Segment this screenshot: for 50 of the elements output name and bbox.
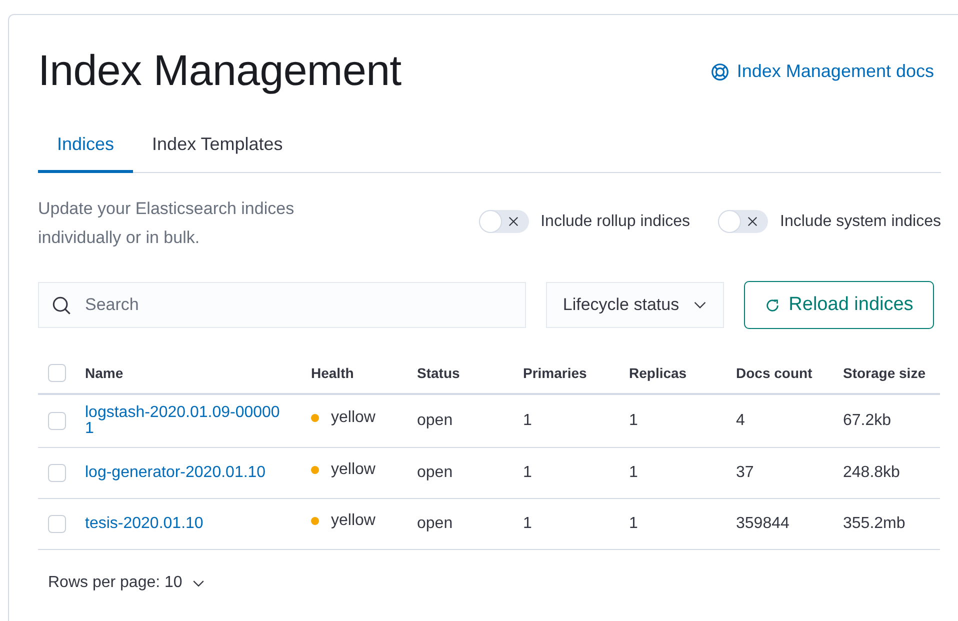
table-cell: 355.2mb	[843, 515, 906, 533]
reload-button[interactable]: Reload indices	[744, 281, 934, 329]
lifecycle-filter-dropdown[interactable]: Lifecycle status	[546, 282, 724, 328]
table-cell: 67.2kb	[843, 412, 892, 430]
table-cell: 1	[629, 464, 638, 482]
refresh-icon	[764, 298, 780, 312]
table-cell: 37	[736, 464, 754, 482]
table-cell: open	[417, 412, 453, 430]
table-cell: 1	[523, 412, 532, 430]
tab[interactable]: Index Templates	[133, 120, 302, 173]
tab[interactable]: Indices	[38, 120, 134, 173]
table-cell: 1	[523, 464, 532, 482]
page-title: Index Management	[38, 47, 402, 96]
search-icon	[52, 296, 71, 315]
column-header[interactable]: Replicas	[629, 365, 687, 381]
toggle-label: Include rollup indices	[540, 212, 690, 230]
table-cell: 1	[523, 515, 532, 533]
health-label: yellow	[331, 512, 376, 530]
docs-link[interactable]: Index Management docs	[710, 61, 934, 82]
index-name-link[interactable]: logstash-2020.01.09-000001	[85, 405, 285, 437]
cross-icon	[747, 216, 758, 227]
search-field[interactable]: Search	[38, 282, 526, 328]
index-name-link[interactable]: tesis-2020.01.10	[85, 516, 285, 532]
table-cell: 1	[629, 515, 638, 533]
table-cell: 248.8kb	[843, 464, 900, 482]
table-cell: open	[417, 515, 453, 533]
table-cell: 1	[629, 412, 638, 430]
toggle-switch[interactable]	[718, 210, 768, 233]
index-name-link[interactable]: log-generator-2020.01.10	[85, 465, 285, 481]
health-label: yellow	[331, 461, 376, 479]
cross-icon	[508, 216, 519, 227]
column-header[interactable]: Health	[311, 365, 354, 381]
table-cell: 359844	[736, 515, 790, 533]
lifebuoy-icon	[710, 62, 729, 80]
toggle-label: Include system indices	[780, 212, 941, 230]
table-cell: open	[417, 464, 453, 482]
column-header[interactable]: Primaries	[523, 365, 587, 381]
checkbox[interactable]	[48, 515, 66, 533]
checkbox[interactable]	[48, 412, 66, 430]
description-text: Update your Elasticsearch indices individually or in bulk.	[38, 198, 296, 249]
column-header[interactable]: Storage size	[843, 365, 926, 381]
health-label: yellow	[331, 409, 376, 427]
checkbox[interactable]	[48, 464, 66, 482]
column-header[interactable]: Name	[85, 365, 124, 381]
checkbox[interactable]	[48, 364, 66, 382]
table-cell: 4	[736, 412, 745, 430]
column-header[interactable]: Docs count	[736, 365, 812, 381]
toggle-switch[interactable]	[478, 210, 529, 233]
rows-per-page-button[interactable]: Rows per page: 10	[46, 570, 208, 596]
column-header[interactable]: Status	[417, 365, 460, 381]
